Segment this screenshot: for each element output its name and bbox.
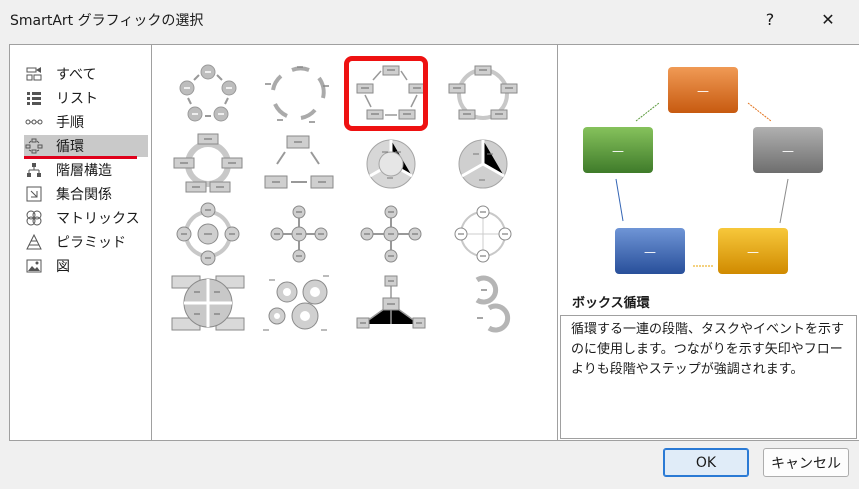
category-label: 手順	[56, 115, 84, 131]
category-item-list[interactable]: リスト	[24, 87, 148, 109]
category-label: すべて	[56, 67, 97, 83]
layout-segmented-cycle[interactable]	[257, 130, 341, 198]
process-icon	[24, 114, 44, 130]
preview-box-text: —	[747, 245, 759, 259]
preview-box-text: —	[612, 144, 624, 158]
hierarchy-icon	[24, 162, 44, 178]
cycle-icon	[24, 138, 44, 154]
layout-radial-cluster[interactable]	[349, 200, 433, 268]
list-icon	[24, 90, 44, 106]
layout-block-cycle[interactable]	[166, 130, 250, 198]
category-label: 図	[56, 259, 70, 275]
ok-button[interactable]: OK	[663, 448, 749, 477]
preview-box-text: —	[782, 144, 794, 158]
layout-circular-arrows[interactable]	[441, 270, 525, 338]
category-list: すべて リスト 手順 循環 階層構造 集合関係 マトリックス ピラミッド 図	[9, 44, 152, 441]
category-label: 集合関係	[56, 187, 112, 203]
preview-arrow	[615, 178, 624, 222]
layout-diverging-radial[interactable]	[257, 200, 341, 268]
preview-panel: — — — — — ボックス循環 循環する一連の段階、タスクやイベントを示すのに…	[557, 44, 859, 441]
preview-title: ボックス循環	[572, 296, 650, 311]
all-icon	[24, 66, 44, 82]
help-button[interactable]: ?	[750, 0, 790, 38]
category-label: 循環	[56, 139, 84, 155]
matrix-icon	[24, 210, 44, 226]
category-label: ピラミッド	[56, 235, 126, 251]
preview-arrow	[747, 102, 772, 122]
category-item-picture[interactable]: 図	[24, 255, 148, 277]
category-item-process[interactable]: 手順	[24, 111, 148, 133]
cancel-button[interactable]: キャンセル	[763, 448, 849, 477]
category-item-hierarchy[interactable]: 階層構造	[24, 159, 148, 181]
window-title: SmartArt グラフィックの選択	[10, 13, 204, 29]
layout-cycle-matrix[interactable]	[441, 200, 525, 268]
layout-multidirectional-cycle[interactable]	[441, 130, 525, 198]
layout-box-cycle[interactable]	[349, 60, 433, 128]
relationship-icon	[24, 186, 44, 202]
layout-gear[interactable]	[166, 270, 250, 338]
picture-icon	[24, 258, 44, 274]
category-label: マトリックス	[56, 211, 140, 227]
layout-radial-cycle[interactable]	[166, 200, 250, 268]
pyramid-icon	[24, 234, 44, 250]
category-label: リスト	[56, 91, 98, 107]
layout-basic-cycle[interactable]	[166, 60, 250, 128]
preview-arrow	[779, 178, 789, 224]
layout-nondirectional-cycle[interactable]	[349, 130, 433, 198]
preview-diagram: — — — — —	[583, 67, 823, 274]
preview-box-text: —	[644, 245, 656, 259]
category-item-all[interactable]: すべて	[24, 63, 148, 85]
layout-hub-radial[interactable]	[257, 270, 341, 338]
layout-gallery	[151, 44, 558, 441]
category-item-relationship[interactable]: 集合関係	[24, 183, 148, 205]
title-bar: SmartArt グラフィックの選択 ? ✕	[0, 0, 859, 38]
layout-basic-radial[interactable]	[349, 270, 433, 338]
category-label: 階層構造	[56, 163, 112, 179]
preview-description: 循環する一連の段階、タスクやイベントを示すのに使用します。つながりを示す矢印やフ…	[560, 315, 857, 439]
preview-arrow	[635, 102, 660, 122]
layout-continuous-cycle[interactable]	[441, 60, 525, 128]
category-item-cycle[interactable]: 循環	[24, 135, 148, 157]
close-button[interactable]: ✕	[808, 0, 848, 38]
category-item-pyramid[interactable]: ピラミッド	[24, 231, 148, 253]
preview-box-text: —	[697, 84, 709, 98]
category-item-matrix[interactable]: マトリックス	[24, 207, 148, 229]
layout-text-cycle[interactable]	[257, 60, 341, 128]
